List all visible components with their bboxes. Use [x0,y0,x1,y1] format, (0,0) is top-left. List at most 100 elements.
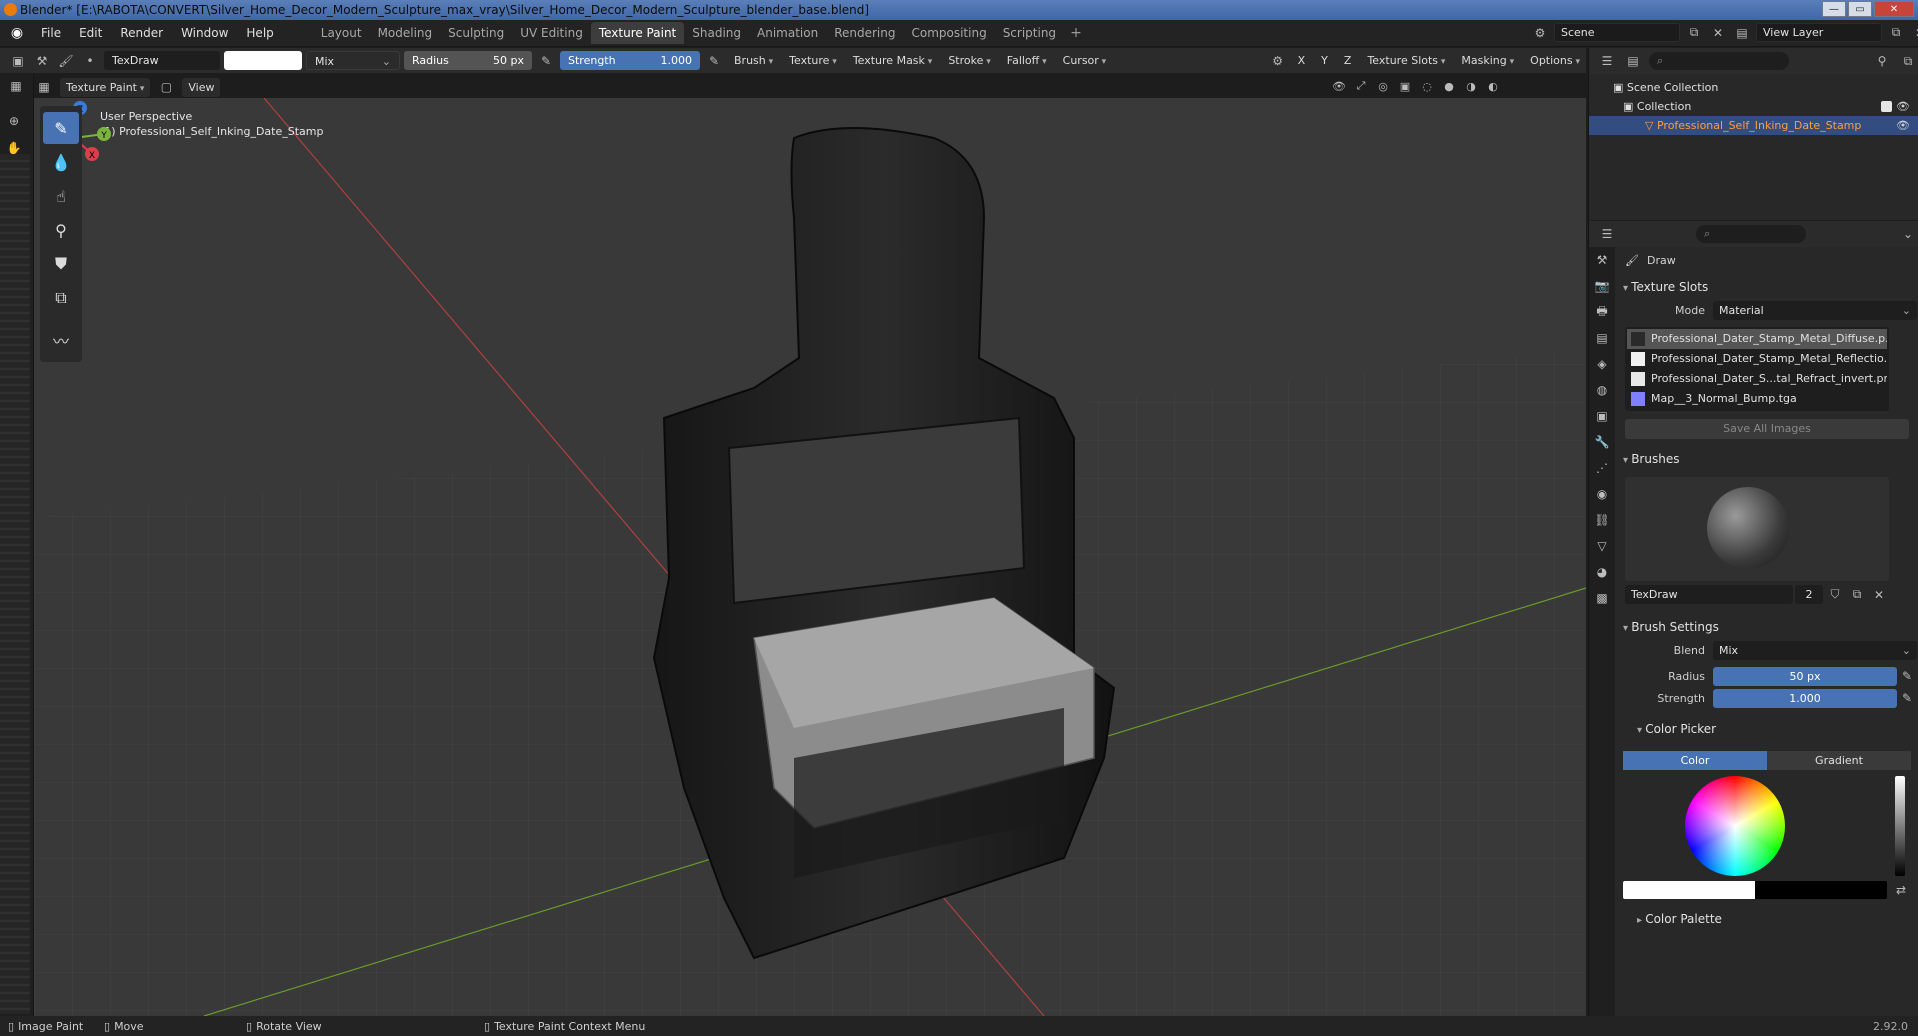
tab-layout[interactable]: Layout [313,22,370,44]
primary-secondary-color-swatch[interactable] [1623,880,1887,899]
fake-user-shield-icon[interactable]: ⛉ [1825,585,1845,604]
overlay-toggle-icon[interactable]: ◎ [1374,77,1392,95]
brush-datablock-name[interactable]: TexDraw [1625,585,1793,604]
tool-tab-icon[interactable]: ⚒ [1589,247,1615,273]
scene-tab-icon[interactable]: ◈ [1589,351,1615,377]
new-view-layer-icon[interactable]: ⧉ [1886,23,1906,42]
strength-pressure-icon[interactable]: ✎ [704,51,724,70]
gradient-tab[interactable]: Gradient [1767,751,1911,770]
menu-file[interactable]: File [32,20,70,47]
close-window-button[interactable]: ✕ [1874,1,1914,17]
radius-pressure-icon[interactable]: ✎ [536,51,556,70]
color-tab[interactable]: Color [1623,751,1767,770]
tab-uv-editing[interactable]: UV Editing [512,22,591,44]
minimize-button[interactable]: — [1822,1,1846,17]
tab-shading[interactable]: Shading [684,22,749,44]
physics-tab-icon[interactable]: ◉ [1589,481,1615,507]
texture-slots-panel-title[interactable]: Texture Slots [1617,275,1917,299]
display-mode-icon[interactable]: ▤ [1623,52,1643,71]
masking-menu[interactable]: Masking [1455,51,1521,70]
clone-tool-icon[interactable]: ⚲ [43,214,79,246]
texture-slots-menu[interactable]: Texture Slots [1361,51,1452,70]
modifier-tab-icon[interactable]: 🔧 [1589,429,1615,455]
material-tab-icon[interactable]: ◕ [1589,559,1615,585]
strength-pen-icon[interactable]: ✎ [1897,689,1917,708]
outliner-editor-icon[interactable]: ☰ [1597,52,1617,71]
mode-dropdown[interactable]: Texture Paint [60,77,151,97]
output-tab-icon[interactable]: 🖶 [1589,299,1615,325]
face-mask-toggle-icon[interactable]: ▢ [156,78,176,97]
menu-window[interactable]: Window [172,20,237,47]
blender-logo-icon[interactable]: ◉ [8,24,26,42]
new-collection-icon[interactable]: ⧉ [1898,52,1918,71]
properties-search-input[interactable]: ⌕ [1696,225,1806,243]
radius-pen-icon[interactable]: ✎ [1897,667,1917,686]
tab-compositing[interactable]: Compositing [903,22,994,44]
rendered-shading-icon[interactable]: ◐ [1484,77,1502,95]
tab-scripting[interactable]: Scripting [995,22,1064,44]
properties-chevron-icon[interactable]: ⌄ [1898,225,1918,244]
scene-name-field[interactable]: Scene [1554,23,1680,42]
outliner-object[interactable]: ▽ Professional_Self_Inking_Date_Stamp 👁 [1589,116,1918,135]
filter-icon[interactable]: ⚲ [1872,52,1892,71]
scene-icon[interactable]: ⚙ [1530,23,1550,42]
stroke-menu[interactable]: Stroke [942,51,997,70]
strength-prop-slider[interactable]: 1.000 [1713,688,1897,708]
color-palette-panel-title[interactable]: Color Palette [1617,907,1917,931]
editor-type-icon[interactable]: ▣ [8,51,28,70]
particles-tab-icon[interactable]: ⋰ [1589,455,1615,481]
new-scene-icon[interactable]: ⧉ [1684,23,1704,42]
brushes-panel-title[interactable]: Brushes [1617,447,1917,471]
tab-rendering[interactable]: Rendering [826,22,903,44]
tab-sculpting[interactable]: Sculpting [440,22,512,44]
cursor-menu[interactable]: Cursor [1056,51,1113,70]
tab-texture-paint[interactable]: Texture Paint [590,22,685,44]
view-layer-icon[interactable]: ▤ [1732,23,1752,42]
blend-mode-dropdown[interactable]: Mix ⌄ [306,51,400,70]
add-workspace-icon[interactable]: + [1064,25,1088,41]
xray-toggle-icon[interactable]: ▣ [1396,77,1414,95]
falloff-menu[interactable]: Falloff [1000,51,1053,70]
mode-dropdown-field[interactable]: Material [1713,300,1917,320]
menu-help[interactable]: Help [237,20,282,47]
draw-tool-icon[interactable]: ✎ [43,112,79,144]
soften-tool-icon[interactable]: 💧 [43,146,79,178]
mirror-y-toggle[interactable]: Y [1315,51,1334,70]
exclude-checkbox[interactable] [1881,101,1892,112]
outliner-collection[interactable]: ▣ Collection 👁 [1589,97,1918,116]
color-picker-panel-title[interactable]: Color Picker [1617,717,1917,741]
texture-tab-icon[interactable]: ▩ [1589,585,1615,611]
eye-icon[interactable]: 👁 [1896,97,1910,116]
tool-settings-icon[interactable]: ⚒ [32,51,52,70]
outliner-search-input[interactable]: ⌕ [1649,52,1789,70]
zoom-strip-icon[interactable]: ⊕ [4,111,24,130]
smear-tool-icon[interactable]: ☝ [43,180,79,212]
data-tab-icon[interactable]: ▽ [1589,533,1615,559]
render-tab-icon[interactable]: 📷 [1589,273,1615,299]
outliner-scene-collection[interactable]: ▣ Scene Collection [1589,78,1918,97]
maximize-button[interactable]: ▭ [1848,1,1872,17]
texture-slot[interactable]: Professional_Dater_Stamp_Metal_Reflectio… [1627,349,1887,369]
radius-prop-slider[interactable]: 50 px [1713,666,1897,686]
texture-mask-menu[interactable]: Texture Mask [846,51,939,70]
mask-tool-icon[interactable]: ⧉ [43,282,79,314]
brush-preview[interactable] [1625,477,1889,581]
blend-dropdown-field[interactable]: Mix [1713,640,1917,660]
radius-slider[interactable]: Radius 50 px [404,51,532,70]
brush-name-field[interactable]: TexDraw [104,51,220,70]
save-all-images-button[interactable]: Save All Images [1625,419,1909,439]
constraints-tab-icon[interactable]: ⛓ [1589,507,1615,533]
brush-users-count[interactable]: 2 [1795,585,1823,604]
options-menu[interactable]: Options [1524,51,1586,70]
visibility-icon[interactable]: 👁 [1330,77,1348,95]
color-wheel[interactable] [1685,776,1785,876]
swap-colors-icon[interactable]: ⇄ [1891,880,1911,899]
menu-edit[interactable]: Edit [70,20,111,47]
brush-menu[interactable]: Brush [728,51,780,70]
brush-settings-panel-title[interactable]: Brush Settings [1617,615,1917,639]
texture-menu[interactable]: Texture [783,51,843,70]
solid-shading-icon[interactable]: ● [1440,77,1458,95]
mode-icon[interactable]: ▦ [6,76,26,95]
eye-icon[interactable]: 👁 [1896,116,1910,135]
brush-color-swatch[interactable] [224,51,302,70]
